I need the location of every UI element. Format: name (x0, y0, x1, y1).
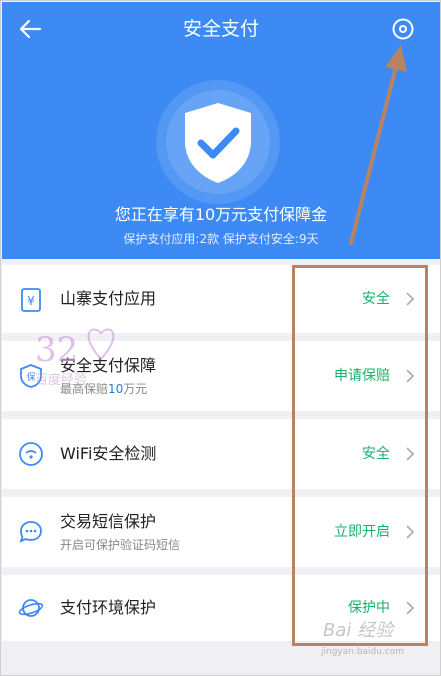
baidu-watermark-url: jingyan.baidu.com (321, 647, 405, 657)
item-label: 山寨支付应用 (60, 289, 157, 308)
svg-text:32: 32 (35, 330, 78, 369)
item-sublabel: 开启可保护验证码短信 (60, 538, 181, 552)
phone-screen: 安全支付 您正在享有10万元支付保障金 保护支付应用:2款 保护支付安全:9天 … (0, 0, 441, 676)
guarantee-headline: 您正在享有10万元支付保障金 (114, 205, 328, 224)
watermark-logo: 32 (35, 328, 115, 369)
header-banner: 安全支付 您正在享有10万元支付保障金 保护支付应用:2款 保护支付安全:9天 (2, 2, 440, 259)
message-bubble-icon (19, 521, 42, 543)
wifi-icon (19, 442, 43, 466)
item-label: 交易短信保护 (60, 512, 157, 531)
item-label: 支付环境保护 (60, 598, 157, 617)
baidu-watermark: Bai 经验 (323, 620, 394, 641)
watermark-caption: 百度经验 (35, 373, 88, 388)
protection-stats: 保护支付应用:2款 保护支付安全:9天 (123, 232, 319, 246)
annotation-highlight-box (292, 265, 428, 646)
item-label: WiFi安全检测 (60, 444, 157, 463)
planet-icon (18, 599, 44, 617)
settings-gear-icon[interactable] (391, 17, 415, 41)
page-title: 安全支付 (182, 18, 259, 40)
svg-text:¥: ¥ (27, 294, 35, 308)
yuan-icon: ¥ (21, 288, 41, 312)
shield-check-icon (185, 103, 251, 183)
